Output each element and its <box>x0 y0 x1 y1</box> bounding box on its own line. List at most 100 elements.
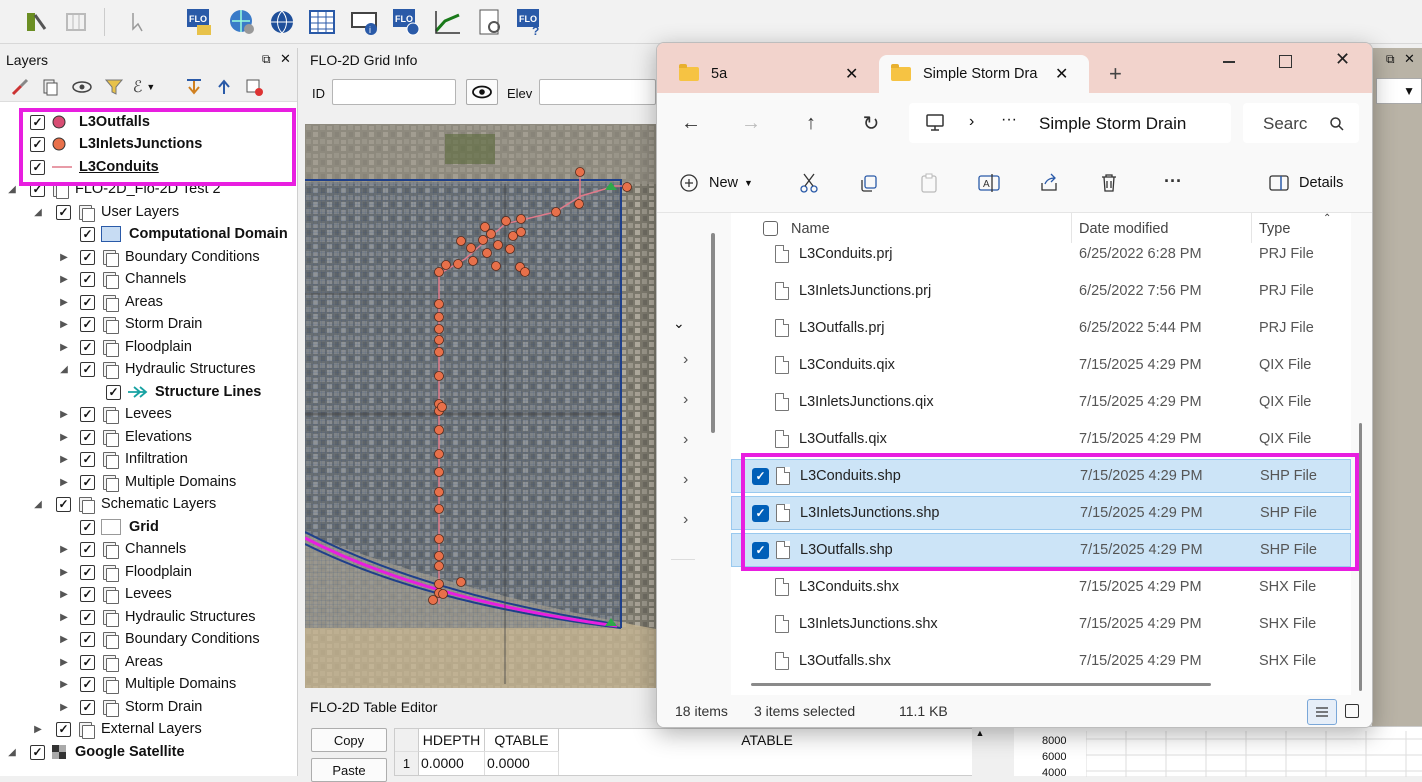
layer-checkbox[interactable]: ✓ <box>80 519 95 535</box>
file-row[interactable]: L3Conduits.qix 7/15/2025 4:29 PM QIX File <box>731 348 1351 382</box>
table-scrollbar[interactable]: ▲ <box>972 728 988 776</box>
file-row[interactable]: L3Outfalls.qix 7/15/2025 4:29 PM QIX File <box>731 422 1351 456</box>
expression-filter-icon[interactable]: ℰ ▼ <box>132 76 156 98</box>
data-table[interactable]: HDEPTH QTABLE ATABLE 1 0.0000 0.0000 <box>394 728 974 776</box>
group-checkbox[interactable]: ✓ <box>80 429 95 445</box>
rename-icon[interactable]: A <box>977 171 1001 195</box>
dropdown-field[interactable]: ▼ <box>1376 78 1422 104</box>
collapse-arrow-icon[interactable]: ◢ <box>6 747 18 758</box>
flo2d-info-icon[interactable]: FLO <box>390 6 422 38</box>
flo2d-import-icon[interactable]: FLO <box>184 6 216 38</box>
group-checkbox[interactable]: ✓ <box>80 564 95 580</box>
new-button[interactable]: New ▼ <box>679 173 753 193</box>
profile-icon[interactable] <box>432 6 464 38</box>
id-field[interactable] <box>332 79 456 105</box>
more-options-icon[interactable]: ··· <box>1161 169 1185 193</box>
new-tab-icon[interactable]: + <box>1109 61 1122 87</box>
flo2d-help-icon[interactable]: FLO? <box>514 6 546 38</box>
expand-arrow-icon[interactable]: ▶ <box>58 612 70 623</box>
group-checkbox[interactable]: ✓ <box>80 271 95 287</box>
column-header-date[interactable]: Date modified <box>1079 221 1168 237</box>
expand-arrow-icon[interactable]: ▶ <box>58 567 70 578</box>
expand-arrow-icon[interactable]: › <box>683 511 688 529</box>
vertical-scrollbar[interactable] <box>1359 423 1362 691</box>
search-box[interactable]: Searc <box>1243 103 1359 143</box>
world-settings-icon[interactable] <box>226 6 258 38</box>
column-header-hdepth[interactable]: HDEPTH <box>419 729 485 751</box>
group-levees[interactable]: ▶ ✓ Levees <box>58 403 172 426</box>
group-checkbox[interactable]: ✓ <box>80 676 95 692</box>
float-panel-icon[interactable]: ⧉ <box>1386 52 1395 67</box>
file-row[interactable]: L3InletsJunctions.qix 7/15/2025 4:29 PM QI… <box>731 385 1351 419</box>
back-arrow-icon[interactable]: ← <box>679 111 703 135</box>
group-schematic-levees[interactable]: ▶ ✓ Levees <box>58 583 172 606</box>
group-checkbox[interactable]: ✓ <box>56 721 71 737</box>
file-row[interactable]: L3Outfalls.prj 6/25/2022 5:44 PM PRJ File <box>731 311 1351 345</box>
tile-view-icon[interactable] <box>1345 704 1359 718</box>
cut-icon[interactable] <box>797 171 821 195</box>
group-checkbox[interactable]: ✓ <box>80 631 95 647</box>
expand-arrow-icon[interactable]: ▶ <box>32 724 44 735</box>
file-row[interactable]: L3Outfalls.shx 7/15/2025 4:29 PM SHX File <box>731 644 1351 678</box>
layer-checkbox[interactable]: ✓ <box>106 384 121 400</box>
layer-checkbox[interactable]: ✓ <box>80 226 95 242</box>
expand-arrow-icon[interactable]: › <box>683 351 688 369</box>
remove-layer-icon[interactable] <box>242 76 266 98</box>
close-panel-icon[interactable]: ✕ <box>1404 51 1415 67</box>
close-window-button[interactable]: ✕ <box>1335 49 1350 70</box>
group-boundary-conditions[interactable]: ▶ ✓ Boundary Conditions <box>58 246 260 269</box>
column-header-atable[interactable]: ATABLE <box>559 729 975 751</box>
expand-arrow-icon[interactable]: ▶ <box>58 409 70 420</box>
nav-scrollbar[interactable] <box>711 233 715 433</box>
list-view-button[interactable] <box>1307 699 1337 725</box>
select-tool-icon[interactable] <box>124 6 156 38</box>
collapse-arrow-icon[interactable]: ⌄ <box>673 315 685 332</box>
group-schematic-storm-drain[interactable]: ▶ ✓ Storm Drain <box>58 696 202 719</box>
group-checkbox[interactable]: ✓ <box>80 541 95 557</box>
expand-all-icon[interactable] <box>182 76 206 98</box>
expand-arrow-icon[interactable]: ▶ <box>58 319 70 330</box>
collapse-arrow-icon[interactable]: ◢ <box>58 364 70 375</box>
column-header-name[interactable]: Name <box>791 221 830 237</box>
group-channels[interactable]: ▶ ✓ Channels <box>58 268 186 291</box>
style-brush-icon[interactable] <box>8 76 32 98</box>
group-hydraulic-structures[interactable]: ◢ ✓ Hydraulic Structures <box>58 358 256 381</box>
layer-checkbox[interactable]: ✓ <box>30 744 45 760</box>
expand-arrow-icon[interactable]: ▶ <box>58 454 70 465</box>
group-checkbox[interactable]: ✓ <box>80 609 95 625</box>
group-schematic-floodplain[interactable]: ▶ ✓ Floodplain <box>58 561 192 584</box>
collapse-arrow-icon[interactable]: ◢ <box>32 499 44 510</box>
group-elevations[interactable]: ▶ ✓ Elevations <box>58 426 192 449</box>
group-areas[interactable]: ▶ ✓ Areas <box>58 291 163 314</box>
group-schematic-multiple-domains[interactable]: ▶ ✓ Multiple Domains <box>58 673 236 696</box>
expand-arrow-icon[interactable]: ▶ <box>58 634 70 645</box>
column-header-type[interactable]: Type <box>1259 221 1290 237</box>
expand-arrow-icon[interactable]: › <box>683 471 688 489</box>
delete-icon[interactable] <box>1097 171 1121 195</box>
maximize-button[interactable] <box>1279 55 1292 68</box>
expand-arrow-icon[interactable]: ▶ <box>58 544 70 555</box>
group-checkbox[interactable]: ✓ <box>80 451 95 467</box>
file-row[interactable]: L3Conduits.prj 6/25/2022 6:28 PM PRJ File <box>731 237 1351 271</box>
report-icon[interactable] <box>474 6 506 38</box>
group-schematic-boundary-conditions[interactable]: ▶ ✓ Boundary Conditions <box>58 628 260 651</box>
group-schematic-channels[interactable]: ▶ ✓ Channels <box>58 538 186 561</box>
table-cell-hdepth[interactable]: 0.0000 <box>419 751 485 775</box>
select-all-checkbox[interactable] <box>763 221 778 236</box>
up-arrow-icon[interactable]: ↑ <box>799 111 823 135</box>
group-external-layers[interactable]: ▶ ✓ External Layers <box>32 718 202 741</box>
add-group-icon[interactable] <box>38 76 62 98</box>
expand-arrow-icon[interactable]: ▶ <box>58 274 70 285</box>
expand-arrow-icon[interactable]: ▶ <box>58 679 70 690</box>
group-checkbox[interactable]: ✓ <box>80 699 95 715</box>
paste-button[interactable]: Paste <box>311 758 387 782</box>
minimize-button[interactable] <box>1221 53 1241 73</box>
share-icon[interactable] <box>1037 171 1061 195</box>
expand-arrow-icon[interactable]: ▶ <box>58 589 70 600</box>
elev-field[interactable] <box>539 79 656 105</box>
table-cell-qtable[interactable]: 0.0000 <box>485 751 559 775</box>
layer-computational-domain[interactable]: ✓ Computational Domain <box>80 223 288 246</box>
collapse-arrow-icon[interactable]: ◢ <box>32 207 44 218</box>
group-checkbox[interactable]: ✓ <box>80 474 95 490</box>
eye-button[interactable] <box>466 79 498 105</box>
